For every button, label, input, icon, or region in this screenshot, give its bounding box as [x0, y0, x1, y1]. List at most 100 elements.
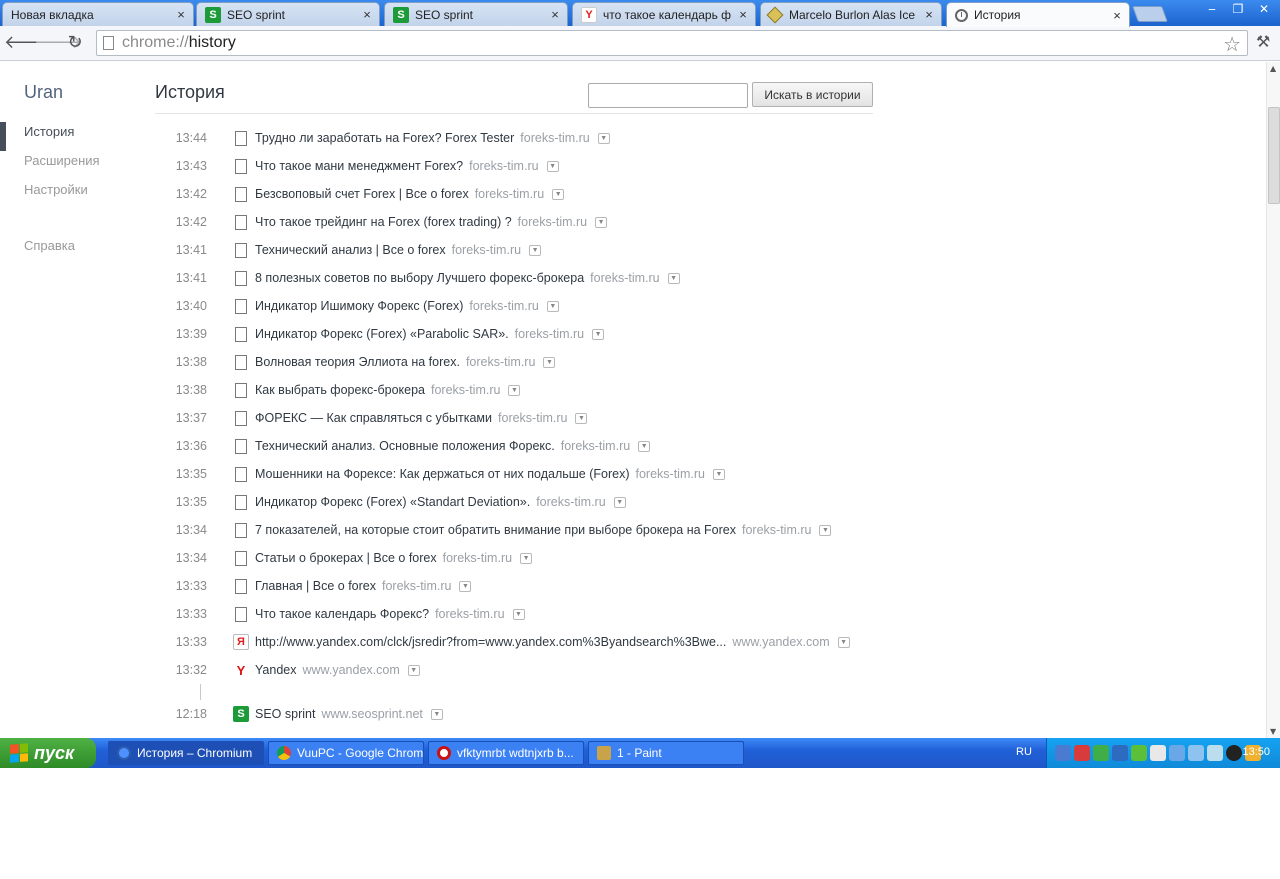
visit-time: 13:34 [175, 551, 207, 565]
entry-title-link[interactable]: Индикатор Форекс (Forex) «Standart Devia… [255, 495, 530, 509]
entry-title-link[interactable]: Индикатор Форекс (Forex) «Parabolic SAR»… [255, 327, 509, 341]
entry-title-link[interactable]: Безсвоповый счет Forex | Все о forex [255, 187, 469, 201]
entry-title-link[interactable]: Индикатор Ишимоку Форекс (Forex) [255, 299, 463, 313]
antivirus-icon[interactable] [1074, 745, 1090, 761]
sidebar-item-help[interactable]: Справка [0, 236, 130, 265]
entry-title-link[interactable]: Что такое календарь Форекс? [255, 607, 429, 621]
ninja-icon[interactable] [1226, 745, 1242, 761]
shield-check-icon[interactable] [1131, 745, 1147, 761]
entry-title-link[interactable]: Что такое трейдинг на Forex (forex tradi… [255, 215, 512, 229]
entry-menu-dropdown-icon[interactable]: ▼ [595, 216, 608, 228]
entry-title-link[interactable]: SEO sprint [255, 707, 315, 721]
new-tab-button[interactable] [1132, 6, 1168, 22]
close-icon[interactable]: × [175, 7, 187, 22]
monitor-icon[interactable] [1169, 745, 1185, 761]
entry-title-link[interactable]: Yandex [255, 663, 296, 677]
page-scrollbar[interactable]: ▲ ▼ [1266, 62, 1280, 738]
taskbar-item-paint[interactable]: 1 - Paint [588, 741, 744, 765]
scrollbar-thumb[interactable] [1268, 107, 1280, 204]
entry-menu-dropdown-icon[interactable]: ▼ [512, 608, 525, 620]
tab-marcelo-burlon[interactable]: Marcelo Burlon Alas Ice ☐☐ × [760, 2, 942, 26]
sidebar-title: Uran [24, 82, 64, 102]
volume-icon[interactable] [1150, 745, 1166, 761]
windows-taskbar: пуск История – Chromium VuuPC - Google C… [0, 738, 1280, 768]
entry-menu-dropdown-icon[interactable]: ▼ [613, 496, 626, 508]
entry-title-link[interactable]: Что такое мани менеджмент Forex? [255, 159, 463, 173]
history-search-input[interactable] [588, 83, 748, 108]
entry-title-link[interactable]: Главная | Все о forex [255, 579, 376, 593]
entry-menu-dropdown-icon[interactable]: ▼ [592, 328, 605, 340]
page-icon [233, 298, 249, 314]
entry-menu-dropdown-icon[interactable]: ▼ [543, 356, 556, 368]
tab-title: Marcelo Burlon Alas Ice ☐☐ [789, 7, 917, 22]
sidebar-item-settings[interactable]: Настройки [0, 180, 130, 209]
entry-title-link[interactable]: Технический анализ | Все о forex [255, 243, 446, 257]
language-indicator[interactable]: RU [1016, 746, 1032, 758]
entry-menu-dropdown-icon[interactable]: ▼ [459, 580, 472, 592]
close-icon[interactable]: × [1111, 8, 1123, 23]
entry-menu-dropdown-icon[interactable]: ▼ [712, 468, 725, 480]
entry-title-link[interactable]: Технический анализ. Основные положения Ф… [255, 439, 555, 453]
address-bar[interactable]: chrome://history ☆ [96, 30, 1248, 56]
close-icon[interactable]: × [737, 7, 749, 22]
wrench-menu-icon[interactable]: ⚒ [1256, 32, 1270, 51]
entry-menu-dropdown-icon[interactable]: ▼ [546, 300, 559, 312]
entry-domain: foreks-tim.ru [498, 411, 568, 425]
entry-menu-dropdown-icon[interactable]: ▼ [552, 188, 565, 200]
entry-title-link[interactable]: Трудно ли заработать на Forex? Forex Tes… [255, 131, 514, 145]
sidebar-item-history[interactable]: История [0, 122, 130, 151]
back-arrow-icon[interactable]: 🡐 [4, 32, 52, 54]
network-icon[interactable] [1055, 745, 1071, 761]
entry-title-link[interactable]: Мошенники на Форексе: Как держаться от н… [255, 467, 630, 481]
entry-title-link[interactable]: Волновая теория Эллиота на forex. [255, 355, 460, 369]
entry-title-link[interactable]: Как выбрать форекс-брокера [255, 383, 425, 397]
entry-menu-dropdown-icon[interactable]: ▼ [546, 160, 559, 172]
taskbar-item-chrome[interactable]: VuuPC - Google Chrome [268, 741, 424, 765]
close-icon[interactable]: × [361, 7, 373, 22]
restore-icon[interactable]: ❐ [1226, 1, 1250, 17]
v-icon[interactable] [1112, 745, 1128, 761]
tab-seo-sprint-2[interactable]: S SEO sprint × [384, 2, 568, 26]
entry-domain: foreks-tim.ru [465, 355, 536, 369]
vuupc-icon[interactable] [1093, 745, 1109, 761]
entry-menu-dropdown-icon[interactable]: ▼ [837, 636, 850, 648]
entry-menu-dropdown-icon[interactable]: ▼ [508, 384, 521, 396]
entry-title-link[interactable]: 8 полезных советов по выбору Лучшего фор… [255, 271, 584, 285]
entry-menu-dropdown-icon[interactable]: ▼ [638, 440, 651, 452]
entry-menu-dropdown-icon[interactable]: ▼ [430, 708, 443, 720]
forward-arrow-icon[interactable]: 🡒 [34, 32, 82, 54]
entry-menu-dropdown-icon[interactable]: ▼ [597, 132, 610, 144]
tab-yandex-search[interactable]: Y что такое календарь фор × [572, 2, 756, 26]
sidebar-item-extensions[interactable]: Расширения [0, 151, 130, 180]
tab-seo-sprint-1[interactable]: S SEO sprint × [196, 2, 380, 26]
entry-menu-dropdown-icon[interactable]: ▼ [667, 272, 680, 284]
security-icon[interactable] [1207, 745, 1223, 761]
reload-icon[interactable]: ↻ [63, 32, 87, 54]
scroll-up-icon[interactable]: ▲ [1270, 64, 1276, 73]
taskbar-item-chromium[interactable]: История – Chromium [108, 741, 264, 765]
close-icon[interactable]: × [549, 7, 561, 22]
search-history-button[interactable]: Искать в истории [752, 82, 873, 107]
entry-menu-dropdown-icon[interactable]: ▼ [520, 552, 533, 564]
scroll-down-icon[interactable]: ▼ [1270, 727, 1276, 736]
entry-menu-dropdown-icon[interactable]: ▼ [529, 244, 542, 256]
entry-title-link[interactable]: Статьи о брокерах | Все о forex [255, 551, 437, 565]
taskbar-item-opera[interactable]: vfktymrbt wdtnjxrb b... [428, 741, 584, 765]
app-icon[interactable] [1188, 745, 1204, 761]
entry-title-link[interactable]: http://www.yandex.com/clck/jsredir?from=… [255, 635, 726, 649]
entry-title-link[interactable]: 7 показателей, на которые стоит обратить… [255, 523, 736, 537]
header-divider [155, 113, 873, 114]
start-button[interactable]: пуск [0, 738, 96, 768]
minimize-icon[interactable]: ‒ [1200, 1, 1224, 17]
bookmark-star-icon[interactable]: ☆ [1223, 32, 1241, 57]
entry-menu-dropdown-icon[interactable]: ▼ [575, 412, 588, 424]
visit-time: 13:43 [175, 159, 207, 173]
entry-menu-dropdown-icon[interactable]: ▼ [407, 664, 420, 676]
close-window-icon[interactable]: ✕ [1252, 1, 1276, 17]
close-icon[interactable]: × [923, 7, 935, 22]
entry-menu-dropdown-icon[interactable]: ▼ [819, 524, 832, 536]
tab-new-tab[interactable]: Новая вкладка × [2, 2, 194, 26]
visit-time: 13:41 [175, 271, 207, 285]
tab-history[interactable]: История × [946, 2, 1130, 27]
entry-title-link[interactable]: ФОРЕКС — Как справляться с убытками [255, 411, 492, 425]
